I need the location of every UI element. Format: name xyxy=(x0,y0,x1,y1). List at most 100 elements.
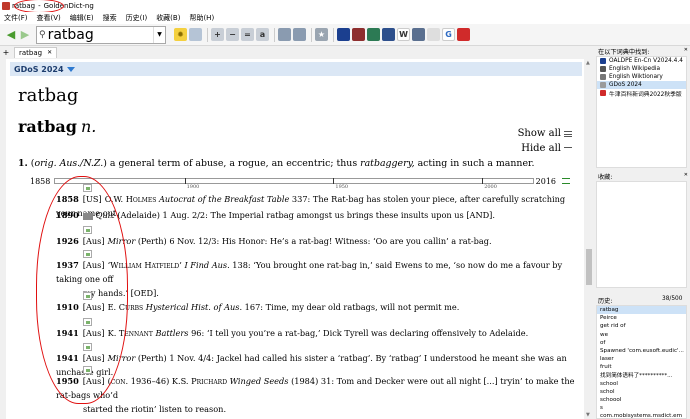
quote-region: [Aus] xyxy=(82,236,105,246)
headword: ratbag xyxy=(18,85,79,106)
tab-label: ratbag xyxy=(19,48,43,57)
sense-text-b: acting in such a manner. xyxy=(414,158,535,169)
panel-close-icon[interactable]: ✕ xyxy=(684,47,688,56)
quotation-item: 1890 Quiz (Adelaide) 1 Aug. 2/2: The Impe… xyxy=(56,208,576,222)
hide-all-button[interactable]: Hide all xyxy=(521,143,572,154)
favorites-box[interactable] xyxy=(596,181,687,288)
quote-region: [Aus] xyxy=(82,353,105,363)
menu-bar: 文件(F) 查看(V) 编辑(E) 搜索 历史(I) 收藏(B) 帮助(H) xyxy=(0,12,690,24)
expand-lines-icon xyxy=(564,130,572,137)
history-item[interactable]: school xyxy=(597,380,686,388)
found-dictionary-item[interactable]: English Wiktionary xyxy=(597,73,686,81)
region-placeholder-icon xyxy=(82,212,93,220)
history-panel-title-text: 历史: xyxy=(598,298,613,305)
quote-year: 1890 xyxy=(56,210,79,220)
wiktionary-icon[interactable] xyxy=(412,28,425,41)
found-dictionary-item[interactable]: 牛津百科新词典2022秋季版 xyxy=(597,89,686,98)
history-item[interactable]: schoool xyxy=(597,396,686,404)
dict-oaldpe-icon[interactable] xyxy=(337,28,350,41)
menu-file[interactable]: 文件(F) xyxy=(4,13,28,23)
quote-continuation: started the riotin’ listen to reason. xyxy=(83,404,227,414)
history-item[interactable]: get rid of xyxy=(597,322,686,330)
flag-image-placeholder-icon xyxy=(83,318,92,326)
sense-label-region: Aus./N.Z. xyxy=(59,158,104,169)
history-item[interactable]: Peirce xyxy=(597,314,686,322)
collapse-triangle-icon[interactable] xyxy=(66,66,75,72)
history-list[interactable]: ratbag Peirce get rid of we of Spawned 'com.e… xyxy=(596,305,687,419)
tab-ratbag[interactable]: ratbag ✕ xyxy=(14,46,58,58)
zoom-out-icon[interactable]: − xyxy=(226,28,239,41)
history-item[interactable]: Spawned 'com.eusoft.eudic'... xyxy=(597,347,686,355)
back-arrow-icon[interactable]: ◀ xyxy=(4,28,18,42)
dict-red-icon[interactable] xyxy=(352,28,365,41)
word-zoom-icon[interactable]: a xyxy=(256,28,269,41)
article-scrollbar[interactable]: ▲ ▼ xyxy=(584,59,594,419)
quote-year: 1937 xyxy=(56,260,79,270)
oxford-encyclopedia-icon[interactable] xyxy=(457,28,470,41)
quote-source: Winged Seeds xyxy=(229,376,289,386)
zoom-in-icon[interactable]: + xyxy=(211,28,224,41)
search-dropdown-icon[interactable]: ▼ xyxy=(153,26,165,43)
search-box[interactable]: ⚲ ▼ xyxy=(36,25,166,44)
found-dictionary-label: OALDPE En-Cn V2024.4.4 xyxy=(609,58,683,64)
favorites-panel-title-text: 收藏: xyxy=(598,174,613,181)
found-in-dictionaries-list[interactable]: OALDPE En-Cn V2024.4.4 English Wikipedia E… xyxy=(596,56,687,168)
dictionary-icon xyxy=(600,82,606,88)
tab-close-icon[interactable]: ✕ xyxy=(47,49,52,56)
quote-region: [US] xyxy=(82,194,102,204)
quote-source: I Find Aus. xyxy=(184,260,230,270)
history-item[interactable]: 找到简体语料了**********... xyxy=(597,372,686,380)
quote-year: 1858 xyxy=(56,194,79,204)
menu-view[interactable]: 查看(V) xyxy=(37,13,61,23)
history-item[interactable]: fruit xyxy=(597,363,686,371)
show-all-button[interactable]: Show all xyxy=(518,128,572,139)
new-tab-plus-icon[interactable]: + xyxy=(0,48,12,57)
scroll-up-icon[interactable]: ▲ xyxy=(586,60,590,66)
history-item[interactable]: com.mobisystems.msdict.em xyxy=(597,412,686,418)
dictionary-icon xyxy=(600,90,606,96)
found-dictionary-item[interactable]: English Wikipedia xyxy=(597,65,686,73)
menu-edit[interactable]: 编辑(E) xyxy=(70,13,94,23)
quote-source: Mirror xyxy=(107,236,136,246)
dict-green-icon[interactable] xyxy=(367,28,380,41)
found-dictionary-label: English Wiktionary xyxy=(609,74,663,80)
menu-help[interactable]: 帮助(H) xyxy=(189,13,214,23)
article-view[interactable]: GDoS 2024 ratbag ratbag n. Show all Hide … xyxy=(6,59,584,419)
dictionary-header[interactable]: GDoS 2024 xyxy=(10,62,582,76)
quote-region: [Aus] xyxy=(82,302,105,312)
gdos-icon[interactable]: G xyxy=(442,28,455,41)
menu-history[interactable]: 历史(I) xyxy=(126,13,148,23)
print-icon[interactable] xyxy=(293,28,306,41)
scrollbar-thumb[interactable] xyxy=(586,249,592,285)
found-dictionary-item[interactable]: OALDPE En-Cn V2024.4.4 xyxy=(597,57,686,65)
dictionary-icon xyxy=(600,74,606,80)
search-icon: ⚲ xyxy=(39,29,46,40)
history-item[interactable]: s xyxy=(597,404,686,412)
wikipedia-icon[interactable]: W xyxy=(397,28,410,41)
history-item[interactable]: of xyxy=(597,339,686,347)
title-separator: - xyxy=(38,2,41,10)
history-item[interactable]: laser xyxy=(597,355,686,363)
history-item[interactable]: schol xyxy=(597,388,686,396)
dict-blue-icon[interactable] xyxy=(382,28,395,41)
found-dictionary-label: 牛津百科新词典2022秋季版 xyxy=(609,91,682,98)
history-item[interactable]: we xyxy=(597,331,686,339)
favorite-star-icon[interactable]: ★ xyxy=(315,28,328,41)
quotation-item: 1950 [Aus] (con. 1936–46) K.S. Prichard Wi… xyxy=(56,366,576,416)
scroll-down-icon[interactable]: ▼ xyxy=(586,412,590,418)
panel-close-icon[interactable]: ✕ xyxy=(684,172,688,181)
save-article-icon[interactable] xyxy=(278,28,291,41)
menu-favorites[interactable]: 收藏(B) xyxy=(156,13,180,23)
menu-search[interactable]: 搜索 xyxy=(103,13,117,23)
forward-arrow-icon[interactable]: ▶ xyxy=(18,28,32,42)
quote-source: Quiz xyxy=(95,210,115,220)
flag-image-placeholder-icon xyxy=(83,343,92,351)
history-item[interactable]: ratbag xyxy=(597,306,686,315)
search-input[interactable] xyxy=(47,26,143,43)
dict-gray-icon[interactable] xyxy=(427,28,440,41)
zoom-reset-icon[interactable]: = xyxy=(241,28,254,41)
headword-entry-word: ratbag xyxy=(18,117,77,136)
lightbulb-icon[interactable]: ✹ xyxy=(174,28,187,41)
scan-popup-icon[interactable] xyxy=(189,28,202,41)
title-bar: ratbag - GoldenDict-ng xyxy=(0,0,690,13)
